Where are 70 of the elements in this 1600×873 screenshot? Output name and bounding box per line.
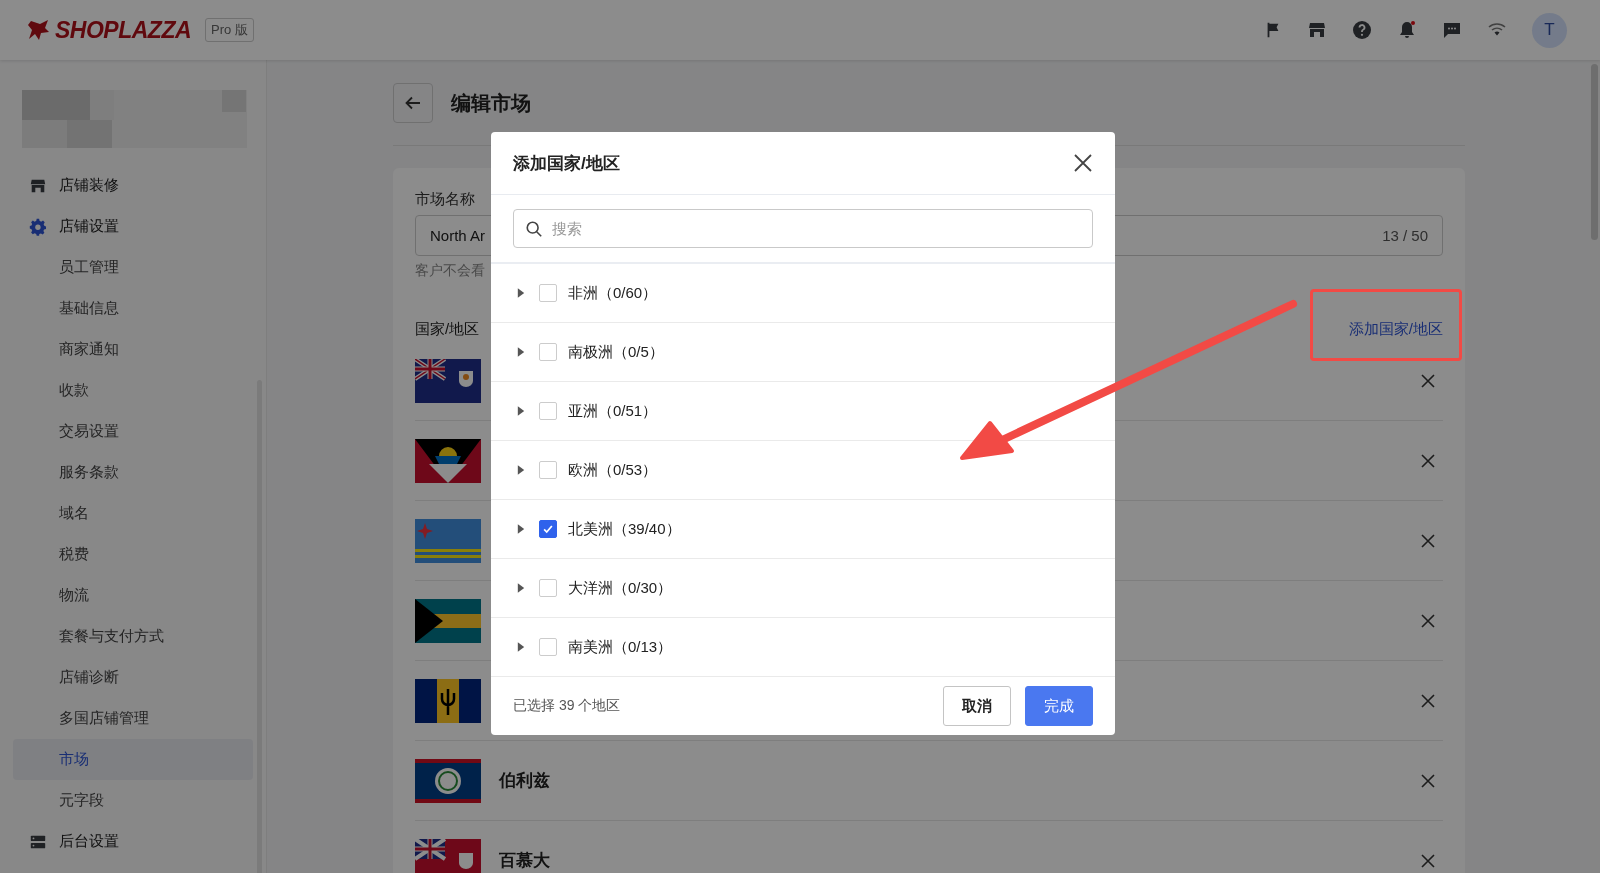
- close-icon[interactable]: [1421, 694, 1435, 708]
- nav-item[interactable]: 店铺装修: [13, 165, 253, 206]
- search-field[interactable]: 搜索: [513, 209, 1093, 248]
- nav-subitem[interactable]: 物流: [13, 575, 253, 616]
- field-label: 市场名称: [415, 190, 476, 209]
- nav-subitem[interactable]: 店铺诊断: [13, 657, 253, 698]
- help-icon[interactable]: [1352, 20, 1372, 40]
- nav-item[interactable]: 店铺设置: [13, 206, 253, 247]
- close-icon[interactable]: [1421, 614, 1435, 628]
- dialog-title: 添加国家/地区: [513, 152, 620, 175]
- region-label: 欧洲（0/53）: [568, 460, 658, 480]
- flag-icon: [415, 358, 481, 403]
- close-icon[interactable]: [1073, 153, 1093, 173]
- brand-logo[interactable]: SHOPLAZZA: [55, 16, 192, 44]
- back-button[interactable]: [393, 83, 433, 123]
- chat-icon[interactable]: [1442, 20, 1462, 40]
- flag-icon: [415, 598, 481, 643]
- caret-icon[interactable]: [517, 642, 525, 652]
- close-icon[interactable]: [1421, 454, 1435, 468]
- store-icon[interactable]: [1307, 20, 1327, 40]
- nav-subitem[interactable]: 交易设置: [13, 411, 253, 452]
- checkbox[interactable]: [539, 520, 557, 538]
- edition-badge: Pro 版: [205, 18, 254, 42]
- flag-icon: [415, 438, 481, 483]
- caret-icon[interactable]: [517, 465, 525, 475]
- logo-icon: [27, 18, 51, 42]
- nav-subitem[interactable]: 服务条款: [13, 452, 253, 493]
- region-label: 非洲（0/60）: [568, 283, 658, 303]
- nav-subitem[interactable]: 域名: [13, 493, 253, 534]
- help-text: 客户不会看: [415, 262, 486, 280]
- notification-bell-icon[interactable]: [1397, 20, 1417, 40]
- done-button[interactable]: 完成: [1025, 686, 1093, 726]
- flag-icon: [415, 758, 481, 803]
- add-country-link[interactable]: 添加国家/地区: [1348, 320, 1443, 339]
- flag-icon: [415, 678, 481, 723]
- section-label: 国家/地区: [415, 320, 480, 339]
- region-label: 大洋洲（0/30）: [568, 578, 673, 598]
- caret-icon[interactable]: [517, 288, 525, 298]
- close-icon[interactable]: [1421, 854, 1435, 868]
- region-label: 南美洲（0/13）: [568, 637, 673, 657]
- caret-icon[interactable]: [517, 583, 525, 593]
- region-label: 南极洲（0/5）: [568, 342, 664, 362]
- check-icon: [542, 523, 554, 535]
- country-name: 伯利兹: [499, 770, 550, 792]
- nav-item[interactable]: 后台设置: [13, 821, 253, 862]
- nav-subitem[interactable]: 商家通知: [13, 329, 253, 370]
- close-icon[interactable]: [1421, 774, 1435, 788]
- region-label: 北美洲（39/40）: [568, 519, 681, 539]
- nav-subitem[interactable]: 税费: [13, 534, 253, 575]
- page-title: 编辑市场: [451, 90, 531, 116]
- nav-subitem[interactable]: 元字段: [13, 780, 253, 821]
- caret-icon[interactable]: [517, 347, 525, 357]
- caret-icon[interactable]: [517, 406, 525, 416]
- scrollbar-thumb[interactable]: [1591, 64, 1598, 240]
- nav-subitem[interactable]: 多国店铺管理: [13, 698, 253, 739]
- nav-subitem[interactable]: 员工管理: [13, 247, 253, 288]
- nav-subitem[interactable]: 市场: [13, 739, 253, 780]
- country-name: 百慕大: [499, 850, 550, 872]
- region-label: 亚洲（0/51）: [568, 401, 658, 421]
- flag-icon: [415, 518, 481, 563]
- cancel-button[interactable]: 取消: [943, 686, 1011, 726]
- settings-icon: [29, 217, 47, 236]
- nav-subitem[interactable]: 基础信息: [13, 288, 253, 329]
- caret-icon[interactable]: [517, 524, 525, 534]
- nav-subitem[interactable]: 套餐与支付方式: [13, 616, 253, 657]
- user-avatar[interactable]: T: [1532, 12, 1567, 48]
- close-icon[interactable]: [1421, 374, 1435, 388]
- selection-summary: 已选择 39 个地区: [513, 697, 621, 715]
- close-icon[interactable]: [1421, 534, 1435, 548]
- nav-subitem[interactable]: 收款: [13, 370, 253, 411]
